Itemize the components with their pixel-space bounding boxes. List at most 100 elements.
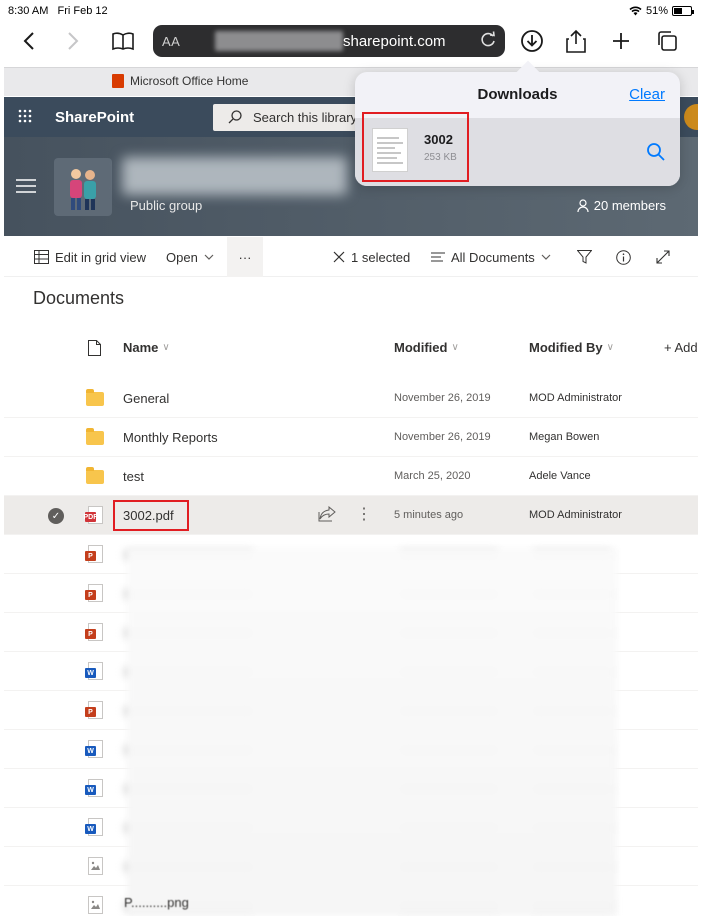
chevron-down-icon — [204, 254, 214, 260]
people-icon — [70, 169, 96, 210]
wifi-icon — [629, 6, 642, 16]
table-row[interactable]: test March 25, 2020 Adele Vance — [4, 457, 698, 496]
hamburger-menu-icon[interactable] — [16, 179, 36, 193]
column-name[interactable]: Name ∨ — [123, 340, 170, 355]
tab-title: Microsoft Office Home — [130, 74, 249, 88]
tab-office-home[interactable]: Microsoft Office Home — [112, 74, 248, 88]
site-subtitle: Public group — [130, 198, 203, 213]
search-icon — [228, 110, 242, 124]
app-name[interactable]: SharePoint — [55, 109, 134, 126]
share-icon — [566, 29, 586, 53]
command-bar: Edit in grid view Open ··· 1 selected Al… — [4, 237, 698, 277]
image-file-icon — [86, 857, 104, 875]
share-icon[interactable] — [318, 506, 336, 522]
chevron-left-icon — [23, 32, 34, 50]
clear-selection-button[interactable]: 1 selected — [333, 237, 410, 277]
pdf-file-icon: PDF — [84, 506, 104, 524]
chevron-down-icon: ∨ — [162, 342, 170, 353]
reload-icon[interactable] — [477, 29, 499, 51]
battery-percent: 51% — [645, 5, 668, 17]
redacted-file-list — [127, 548, 617, 916]
word-file-icon: W — [85, 779, 104, 797]
more-vertical-icon[interactable]: ⋮ — [356, 504, 372, 524]
close-icon — [333, 251, 345, 263]
filter-icon — [577, 250, 592, 264]
book-icon — [112, 32, 134, 51]
checkmark-icon[interactable]: ✓ — [48, 508, 64, 524]
grid-icon — [34, 250, 49, 264]
browser-toolbar: AA sharepoint.com — [0, 24, 702, 64]
filter-button[interactable] — [577, 237, 592, 277]
tabs-button[interactable] — [650, 24, 684, 58]
members-count: 20 members — [593, 198, 666, 213]
download-icon — [521, 30, 543, 52]
image-file-icon — [86, 896, 104, 914]
row-modified-by: MOD Administrator — [529, 392, 622, 404]
column-modified-by[interactable]: Modified By ∨ — [529, 340, 614, 355]
column-modified[interactable]: Modified ∨ — [394, 340, 459, 355]
new-tab-button[interactable] — [604, 24, 638, 58]
more-actions-button[interactable]: ··· — [227, 237, 263, 277]
expand-button[interactable] — [656, 237, 670, 277]
view-label: All Documents — [451, 249, 535, 265]
library-title: Documents — [33, 288, 125, 308]
tabs-icon — [658, 31, 677, 51]
avatar[interactable] — [684, 104, 698, 130]
row-name[interactable]: Monthly Reports — [123, 430, 218, 445]
open-label: Open — [166, 249, 198, 265]
status-right: 51% — [629, 5, 694, 17]
forward-button[interactable] — [56, 24, 90, 58]
info-button[interactable] — [616, 237, 631, 277]
powerpoint-file-icon: P — [85, 584, 104, 602]
add-column-button[interactable]: + Add — [664, 340, 698, 355]
document-icon — [88, 340, 101, 356]
status-time: 8:30 AM Fri Feb 12 — [8, 5, 108, 17]
row-modified: 5 minutes ago — [394, 509, 464, 521]
row-modified: November 26, 2019 — [394, 392, 491, 404]
table-row[interactable]: General November 26, 2019 MOD Administra… — [4, 379, 698, 418]
lines-icon — [431, 252, 445, 262]
row-name[interactable]: test — [123, 469, 144, 484]
search-placeholder: Search this library — [253, 110, 358, 125]
clear-downloads-button[interactable]: Clear — [629, 86, 665, 103]
chevron-right-icon — [68, 32, 79, 50]
view-selector[interactable]: All Documents — [431, 237, 551, 277]
row-modified-by: Megan Bowen — [529, 431, 600, 443]
column-header-row: Name ∨ Modified ∨ Modified By ∨ + Add — [4, 330, 698, 366]
redacted-subdomain — [215, 31, 343, 51]
word-file-icon: W — [85, 662, 104, 680]
folder-icon — [86, 389, 104, 407]
downloads-button[interactable] — [515, 24, 549, 58]
bookmarks-button[interactable] — [106, 24, 140, 58]
file-type-header[interactable] — [88, 340, 101, 356]
chevron-down-icon: ∨ — [606, 342, 614, 353]
word-file-icon: W — [85, 740, 104, 758]
edit-grid-button[interactable]: Edit in grid view — [34, 237, 146, 277]
folder-icon — [86, 428, 104, 446]
row-modified-by: Adele Vance — [529, 470, 591, 482]
table-row[interactable]: Monthly Reports November 26, 2019 Megan … — [4, 418, 698, 457]
address-bar[interactable]: AA sharepoint.com — [153, 25, 505, 57]
row-modified: March 25, 2020 — [394, 470, 471, 482]
powerpoint-file-icon: P — [85, 545, 104, 563]
open-button[interactable]: Open — [166, 237, 214, 277]
site-logo[interactable] — [54, 158, 112, 216]
table-row-selected[interactable]: ✓ PDF 3002.pdf ⋮ 5 minutes ago MOD Admin… — [4, 496, 698, 535]
chevron-down-icon: ∨ — [451, 342, 459, 353]
search-box[interactable]: Search this library — [213, 104, 363, 131]
status-bar: 8:30 AM Fri Feb 12 51% — [0, 0, 702, 24]
highlight-download-item — [362, 112, 469, 182]
members-button[interactable]: 20 members — [577, 198, 666, 213]
text-size-button[interactable]: AA — [162, 34, 180, 49]
row-modified: November 26, 2019 — [394, 431, 491, 443]
share-button[interactable] — [559, 24, 593, 58]
app-launcher-icon[interactable] — [18, 109, 32, 123]
row-name[interactable]: General — [123, 391, 169, 406]
more-label: ··· — [238, 249, 252, 265]
search-icon[interactable] — [646, 142, 666, 162]
edit-grid-label: Edit in grid view — [55, 249, 147, 265]
redacted-site-name — [122, 157, 347, 195]
back-button[interactable] — [12, 24, 46, 58]
word-file-icon: W — [85, 818, 104, 836]
plus-icon — [613, 33, 629, 49]
